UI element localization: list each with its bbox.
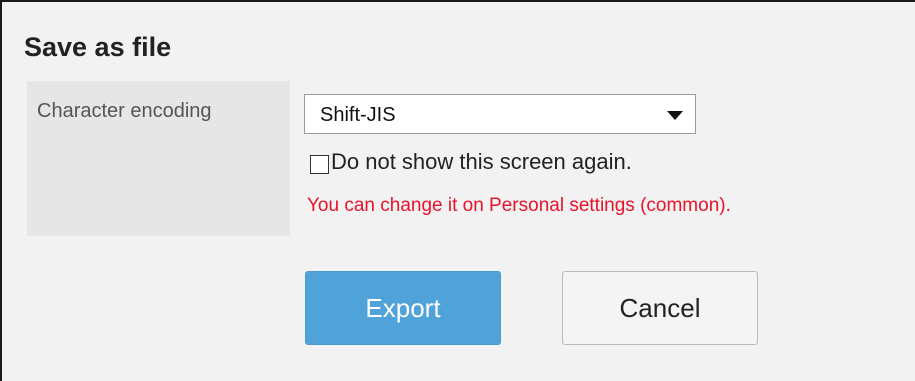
cancel-button[interactable]: Cancel [562, 271, 758, 345]
export-button[interactable]: Export [305, 271, 501, 345]
dont-show-again-label: Do not show this screen again. [331, 149, 632, 174]
dont-show-again-option[interactable]: Do not show this screen again. [310, 149, 632, 175]
encoding-select-value: Shift-JIS [320, 104, 396, 126]
encoding-select[interactable]: Shift-JIS [304, 94, 696, 134]
personal-settings-note: You can change it on Personal settings (… [307, 195, 731, 216]
encoding-label-cell: Character encoding [27, 81, 290, 236]
dialog-title: Save as file [24, 32, 172, 62]
chevron-down-icon [667, 111, 683, 120]
save-as-file-dialog: Save as file Character encoding Shift-JI… [0, 0, 915, 381]
encoding-label: Character encoding [37, 100, 212, 122]
dont-show-again-checkbox[interactable] [310, 154, 329, 174]
